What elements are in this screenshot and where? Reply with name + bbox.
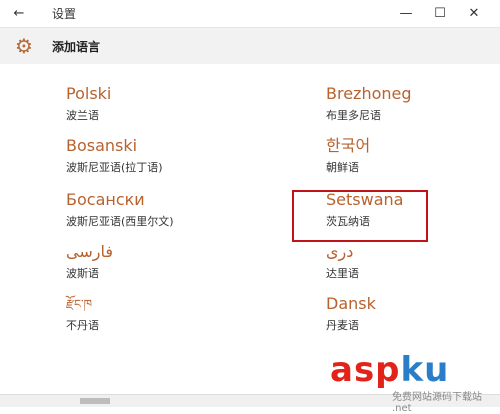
language-chinese-name: 波斯语 <box>66 267 99 280</box>
language-chinese-name: 丹麦语 <box>326 319 359 332</box>
language-item-bosanski[interactable]: Bosanski 波斯尼亚语(拉丁语) <box>66 136 163 175</box>
page-header: ⚙ 添加语言 <box>0 27 500 65</box>
watermark-sub-text: 免费网站源码下载站 <box>392 392 482 403</box>
language-chinese-name: 朝鲜语 <box>326 161 359 174</box>
title-bar: ← 设置 — ☐ ✕ <box>0 0 500 26</box>
language-chinese-name: 不丹语 <box>66 319 99 332</box>
language-native-name: རྫོང་ཁ <box>66 297 93 311</box>
watermark-subtitle: 免费网站源码下载站 .net <box>392 388 500 414</box>
language-item-dari[interactable]: درى 达里语 <box>326 242 359 281</box>
close-button[interactable]: ✕ <box>460 0 488 26</box>
gear-icon: ⚙ <box>15 34 33 58</box>
language-chinese-name: 波斯尼亚语(拉丁语) <box>66 161 163 174</box>
scrollbar-thumb[interactable] <box>80 398 110 404</box>
language-item-korean[interactable]: 한국어 朝鲜语 <box>326 136 370 175</box>
window-title: 设置 <box>52 7 77 21</box>
language-native-name: Brezhoneg <box>326 84 412 103</box>
watermark-dot-net: .net <box>392 403 412 414</box>
back-button[interactable]: ← <box>6 0 32 26</box>
language-chinese-name: 波斯尼亚语(西里尔文) <box>66 215 174 228</box>
language-native-name: 한국어 <box>326 136 371 155</box>
language-native-name: درى <box>326 242 354 261</box>
maximize-button[interactable]: ☐ <box>426 0 454 26</box>
language-item-brezhoneg[interactable]: Brezhoneg 布里多尼语 <box>326 84 412 123</box>
language-native-name: Dansk <box>326 294 376 313</box>
language-chinese-name: 波兰语 <box>66 109 99 122</box>
language-native-name: Polski <box>66 84 112 103</box>
language-item-farsi[interactable]: فارسى 波斯语 <box>66 242 113 281</box>
settings-window: ← 设置 — ☐ ✕ ⚙ 添加语言 Polski 波兰语 Brezhoneg 布… <box>0 0 500 414</box>
language-native-name: Босански <box>66 190 145 209</box>
watermark-ku: ku <box>400 350 450 390</box>
language-item-dzongkha[interactable]: རྫོང་ཁ 不丹语 <box>66 294 99 333</box>
language-chinese-name: 布里多尼语 <box>326 109 381 122</box>
close-icon: ✕ <box>468 5 480 21</box>
language-native-name: فارسى <box>66 242 113 261</box>
language-item-dansk[interactable]: Dansk 丹麦语 <box>326 294 376 333</box>
language-chinese-name: 达里语 <box>326 267 359 280</box>
minimize-icon: — <box>399 5 413 21</box>
language-list: Polski 波兰语 Brezhoneg 布里多尼语 Bosanski 波斯尼亚… <box>0 64 500 394</box>
language-item-polski[interactable]: Polski 波兰语 <box>66 84 111 123</box>
page-title: 添加语言 <box>52 40 101 54</box>
watermark-logo: aspku <box>330 350 449 390</box>
highlight-box <box>292 190 428 242</box>
language-native-name: Bosanski <box>66 136 138 155</box>
back-arrow-icon: ← <box>13 5 25 21</box>
language-item-bosanski-cyrillic[interactable]: Босански 波斯尼亚语(西里尔文) <box>66 190 174 229</box>
maximize-icon: ☐ <box>434 5 446 21</box>
watermark-asp: asp <box>330 350 401 390</box>
minimize-button[interactable]: — <box>392 0 420 26</box>
